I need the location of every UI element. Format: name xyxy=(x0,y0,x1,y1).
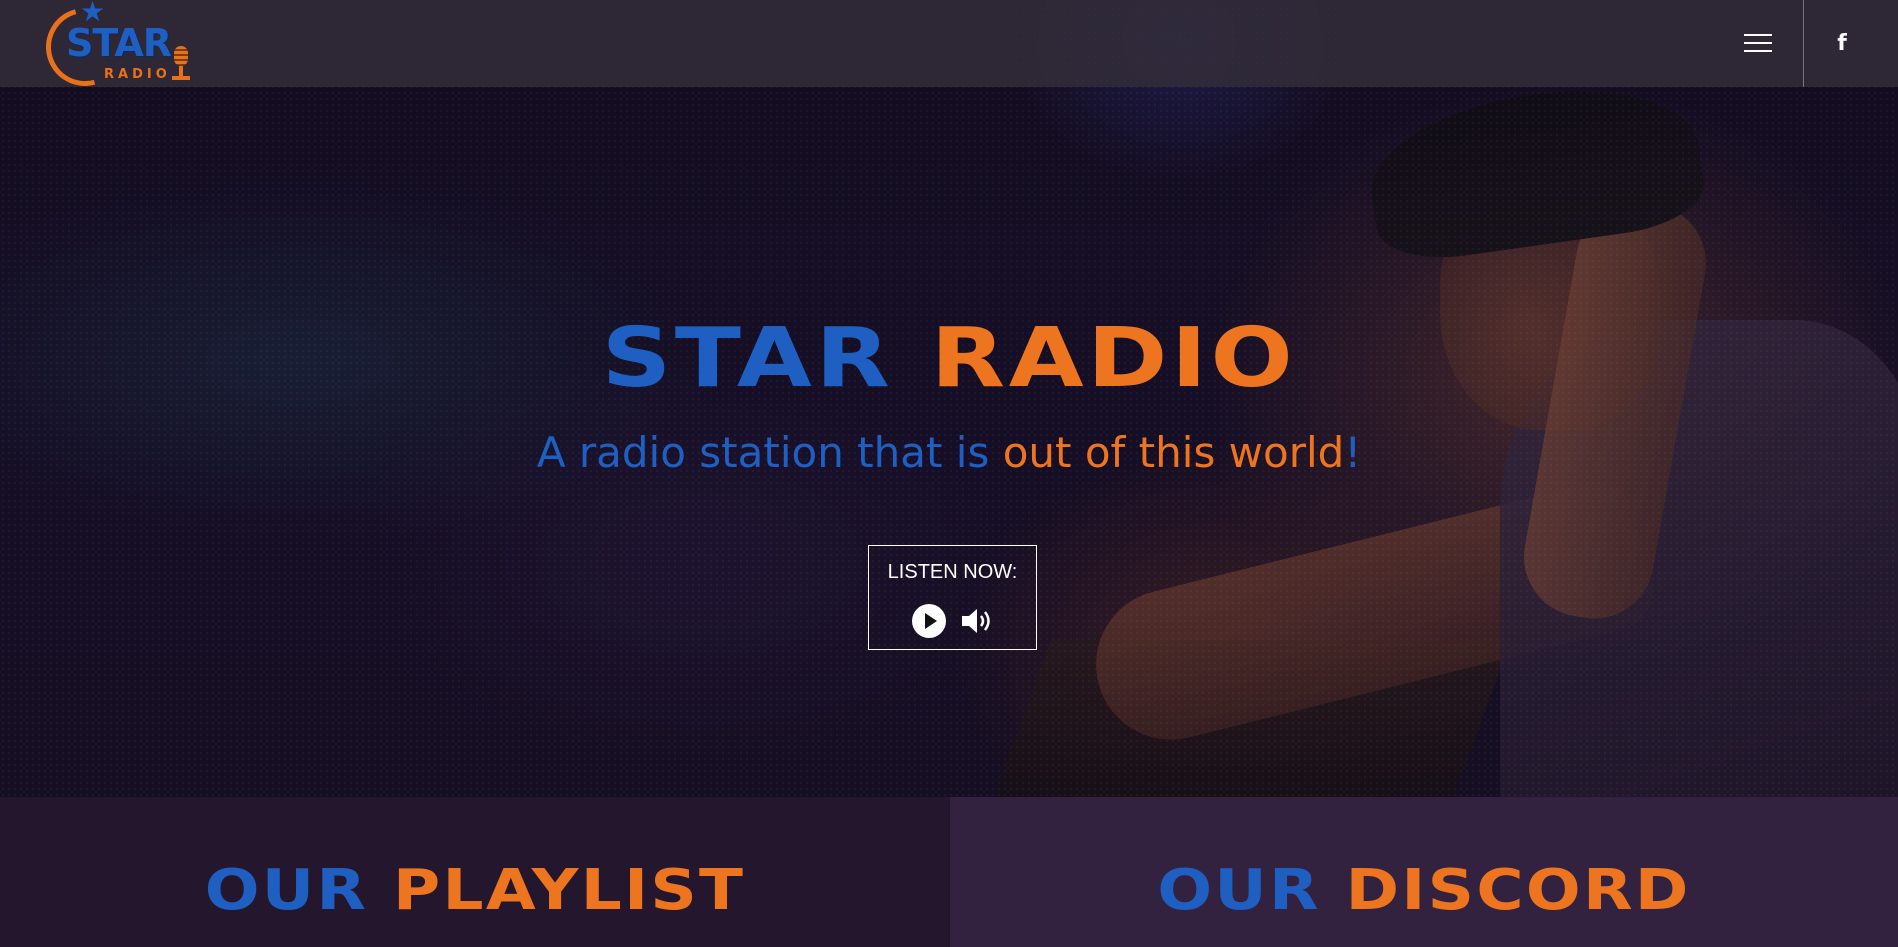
dj-arm-image xyxy=(1080,474,1660,756)
hero-subtitle-part2: out of this world xyxy=(1002,428,1345,477)
discord-title-our: OUR xyxy=(1157,858,1321,923)
facebook-icon[interactable]: f xyxy=(1820,22,1864,66)
hero-title-radio: RADIO xyxy=(930,311,1297,406)
playlist-section: OUR PLAYLIST xyxy=(0,797,950,947)
playlist-section-title: OUR PLAYLIST xyxy=(0,863,1021,919)
star-radio-logo[interactable]: ★ STAR RADIO xyxy=(31,0,194,101)
logo-word-star: STAR xyxy=(66,21,172,65)
hamburger-menu-icon[interactable] xyxy=(1728,24,1788,64)
logo-word-radio: RADIO xyxy=(104,67,171,82)
discord-title-discord: DISCORD xyxy=(1345,858,1691,923)
top-navbar: ★ STAR RADIO f xyxy=(0,0,1898,101)
volume-icon[interactable] xyxy=(959,604,995,638)
microphone-icon xyxy=(172,46,190,80)
hero-subtitle-part1: A radio station that is xyxy=(536,428,1003,477)
play-icon[interactable] xyxy=(912,604,946,638)
playlist-title-playlist: PLAYLIST xyxy=(392,858,746,923)
header-divider xyxy=(1803,0,1804,87)
hero-title: STAR RADIO xyxy=(0,318,1898,400)
dj-forearm-image xyxy=(1514,191,1716,629)
discord-section-title: OUR DISCORD xyxy=(879,863,1898,919)
discord-section: OUR DISCORD xyxy=(950,797,1898,947)
listen-now-player: LISTEN NOW: xyxy=(868,545,1037,650)
dj-hat-image xyxy=(1361,72,1709,268)
hero-title-star: STAR xyxy=(601,311,894,406)
playlist-title-our: OUR xyxy=(204,858,369,923)
page: STAR RADIO A radio station that is out o… xyxy=(0,0,1898,947)
hero-subtitle-part3: ! xyxy=(1344,428,1362,477)
dj-mixer-image xyxy=(989,640,1511,797)
listen-now-label: LISTEN NOW: xyxy=(887,561,1018,583)
hero-subtitle: A radio station that is out of this worl… xyxy=(0,432,1898,474)
hero-section: STAR RADIO A radio station that is out o… xyxy=(0,0,1898,797)
